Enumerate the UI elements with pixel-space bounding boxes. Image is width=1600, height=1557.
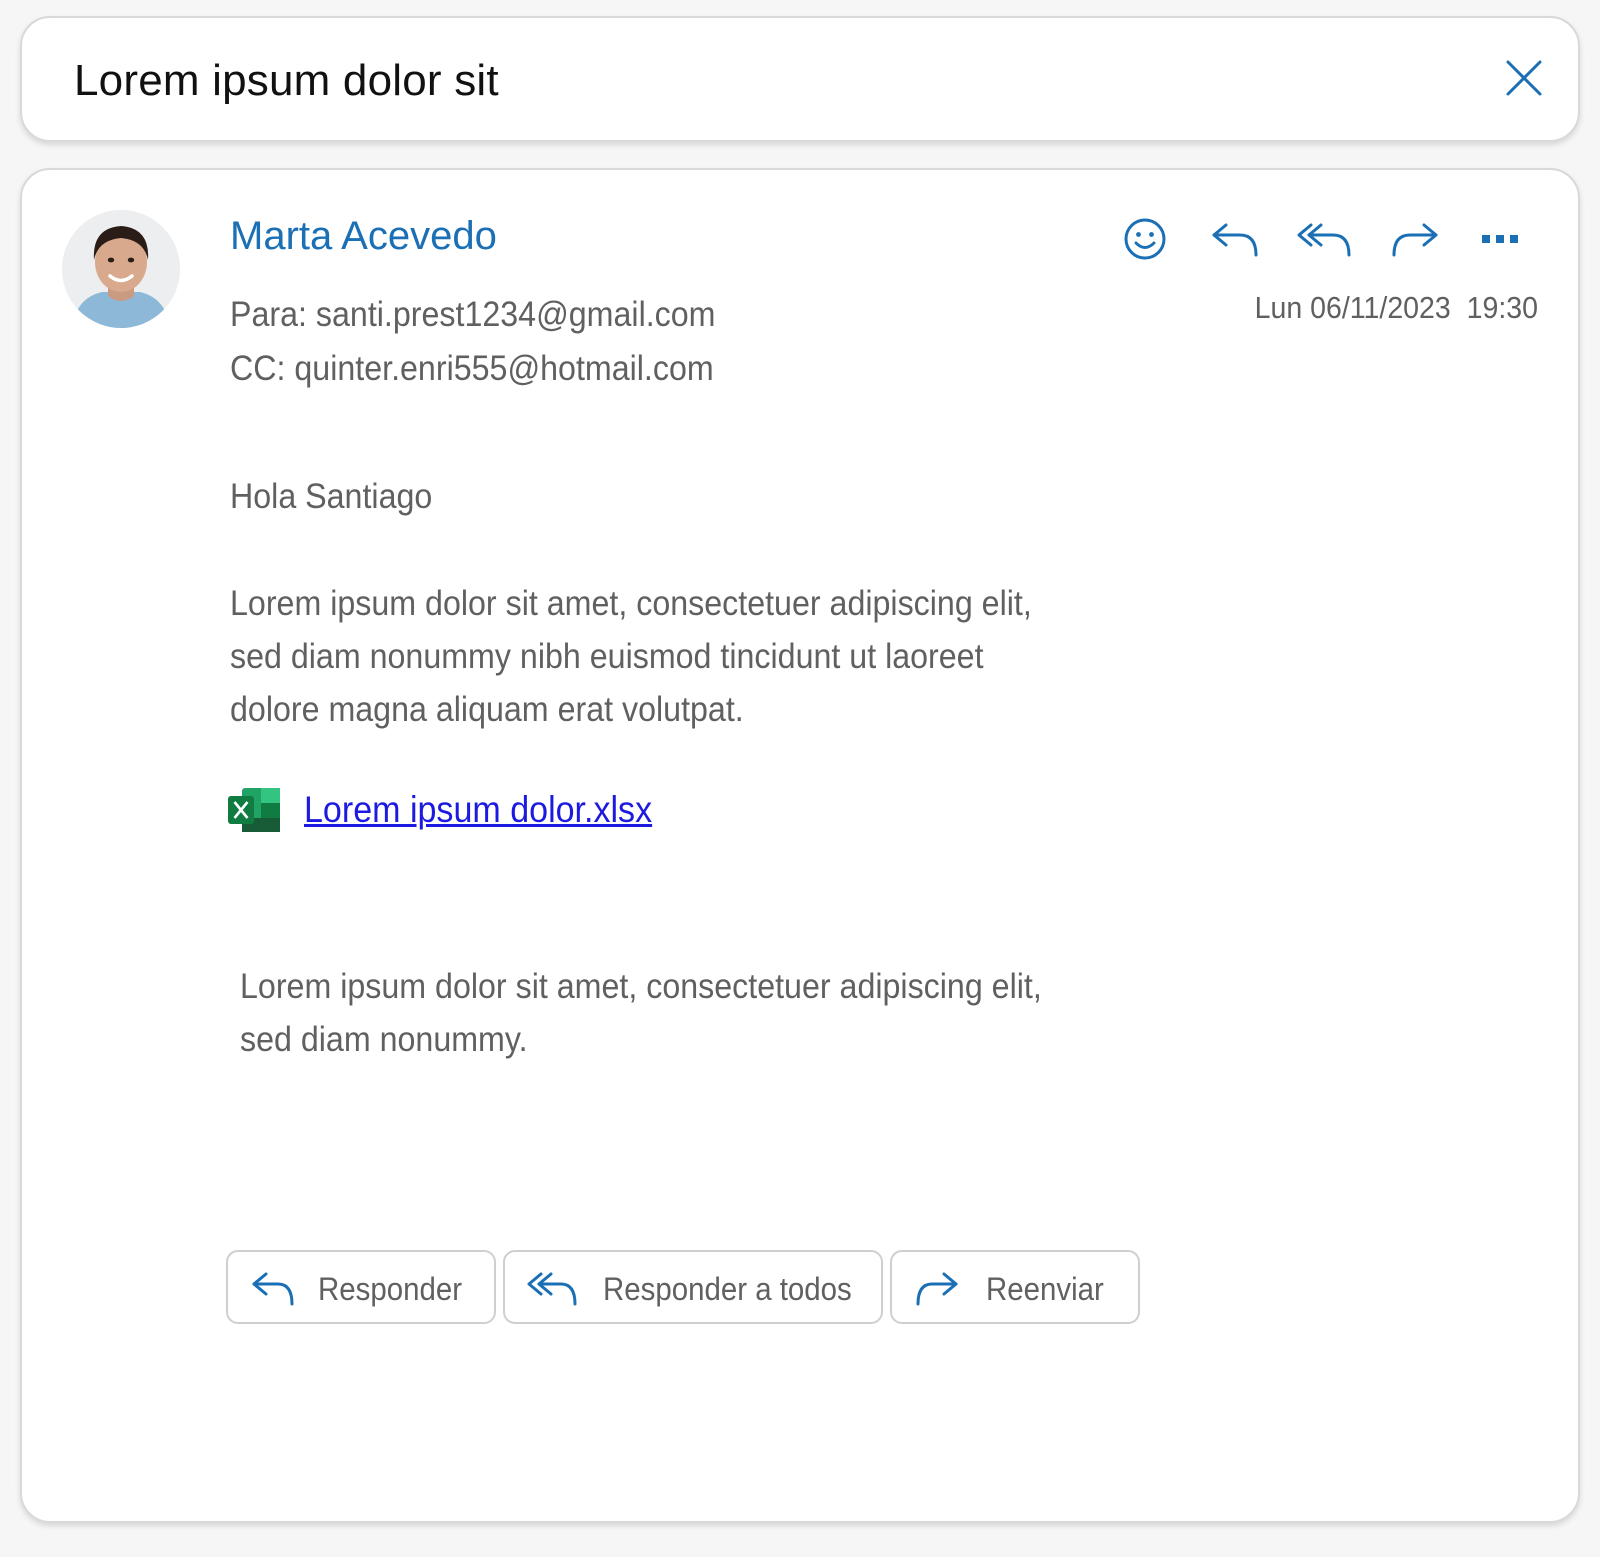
smiley-icon (1124, 218, 1166, 260)
reply-all-button[interactable]: Responder a todos (503, 1250, 883, 1324)
signature-line: Lorem ipsum dolor sit amet, consectetuer… (240, 967, 1042, 1006)
forward-icon (916, 1272, 958, 1306)
reply-all-icon (527, 1272, 577, 1306)
close-icon (1506, 60, 1542, 96)
forward-button-label: Reenviar (986, 1271, 1104, 1307)
subject-bar: Lorem ipsum dolor sit (20, 16, 1580, 142)
close-button[interactable] (1504, 58, 1544, 98)
reply-button[interactable]: Responder (226, 1250, 496, 1324)
sender-name[interactable]: Marta Acevedo (230, 214, 497, 259)
signature: Lorem ipsum dolor sit amet, consectetuer… (240, 960, 1042, 1066)
signature-line: sed diam nonummy. (240, 1020, 528, 1059)
message-pane: Marta Acevedo Para: santi.prest1234@gmai… (20, 168, 1580, 1523)
reply-all-button-label: Responder a todos (603, 1271, 852, 1307)
reply-all-icon (1297, 223, 1351, 257)
reply-all-toolbar-button[interactable] (1280, 212, 1370, 266)
message-body: Hola Santiago Lorem ipsum dolor sit amet… (230, 470, 1058, 736)
excel-icon (228, 788, 280, 832)
body-paragraph: Lorem ipsum dolor sit amet, consectetuer… (230, 577, 1058, 736)
reply-button-label: Responder (318, 1271, 463, 1307)
reply-icon (1212, 223, 1258, 257)
recipients: Para: santi.prest1234@gmail.com CC: quin… (230, 288, 716, 396)
avatar (62, 210, 180, 328)
body-line: dolore magna aliquam erat volutpat. (230, 690, 744, 729)
greeting: Hola Santiago (230, 477, 433, 516)
received-date: Lun 06/11/2023 19:30 (1254, 290, 1538, 325)
more-icon (1482, 235, 1518, 243)
reply-toolbar-button[interactable] (1190, 212, 1280, 266)
body-line: Lorem ipsum dolor sit amet, consectetuer… (230, 584, 1032, 623)
attachment[interactable]: Lorem ipsum dolor.xlsx (226, 786, 682, 834)
forward-toolbar-button[interactable] (1370, 212, 1460, 266)
to-line: Para: santi.prest1234@gmail.com (230, 295, 716, 334)
body-line: sed diam nonummy nibh euismod tincidunt … (230, 637, 984, 676)
attachment-link[interactable]: Lorem ipsum dolor.xlsx (304, 789, 652, 831)
more-options-button[interactable] (1460, 212, 1540, 266)
forward-icon (1392, 223, 1438, 257)
reply-icon (252, 1272, 294, 1306)
cc-line: CC: quinter.enri555@hotmail.com (230, 349, 714, 388)
message-toolbar (1100, 212, 1540, 266)
email-subject: Lorem ipsum dolor sit (74, 56, 499, 105)
react-button[interactable] (1100, 212, 1190, 266)
forward-button[interactable]: Reenviar (890, 1250, 1140, 1324)
